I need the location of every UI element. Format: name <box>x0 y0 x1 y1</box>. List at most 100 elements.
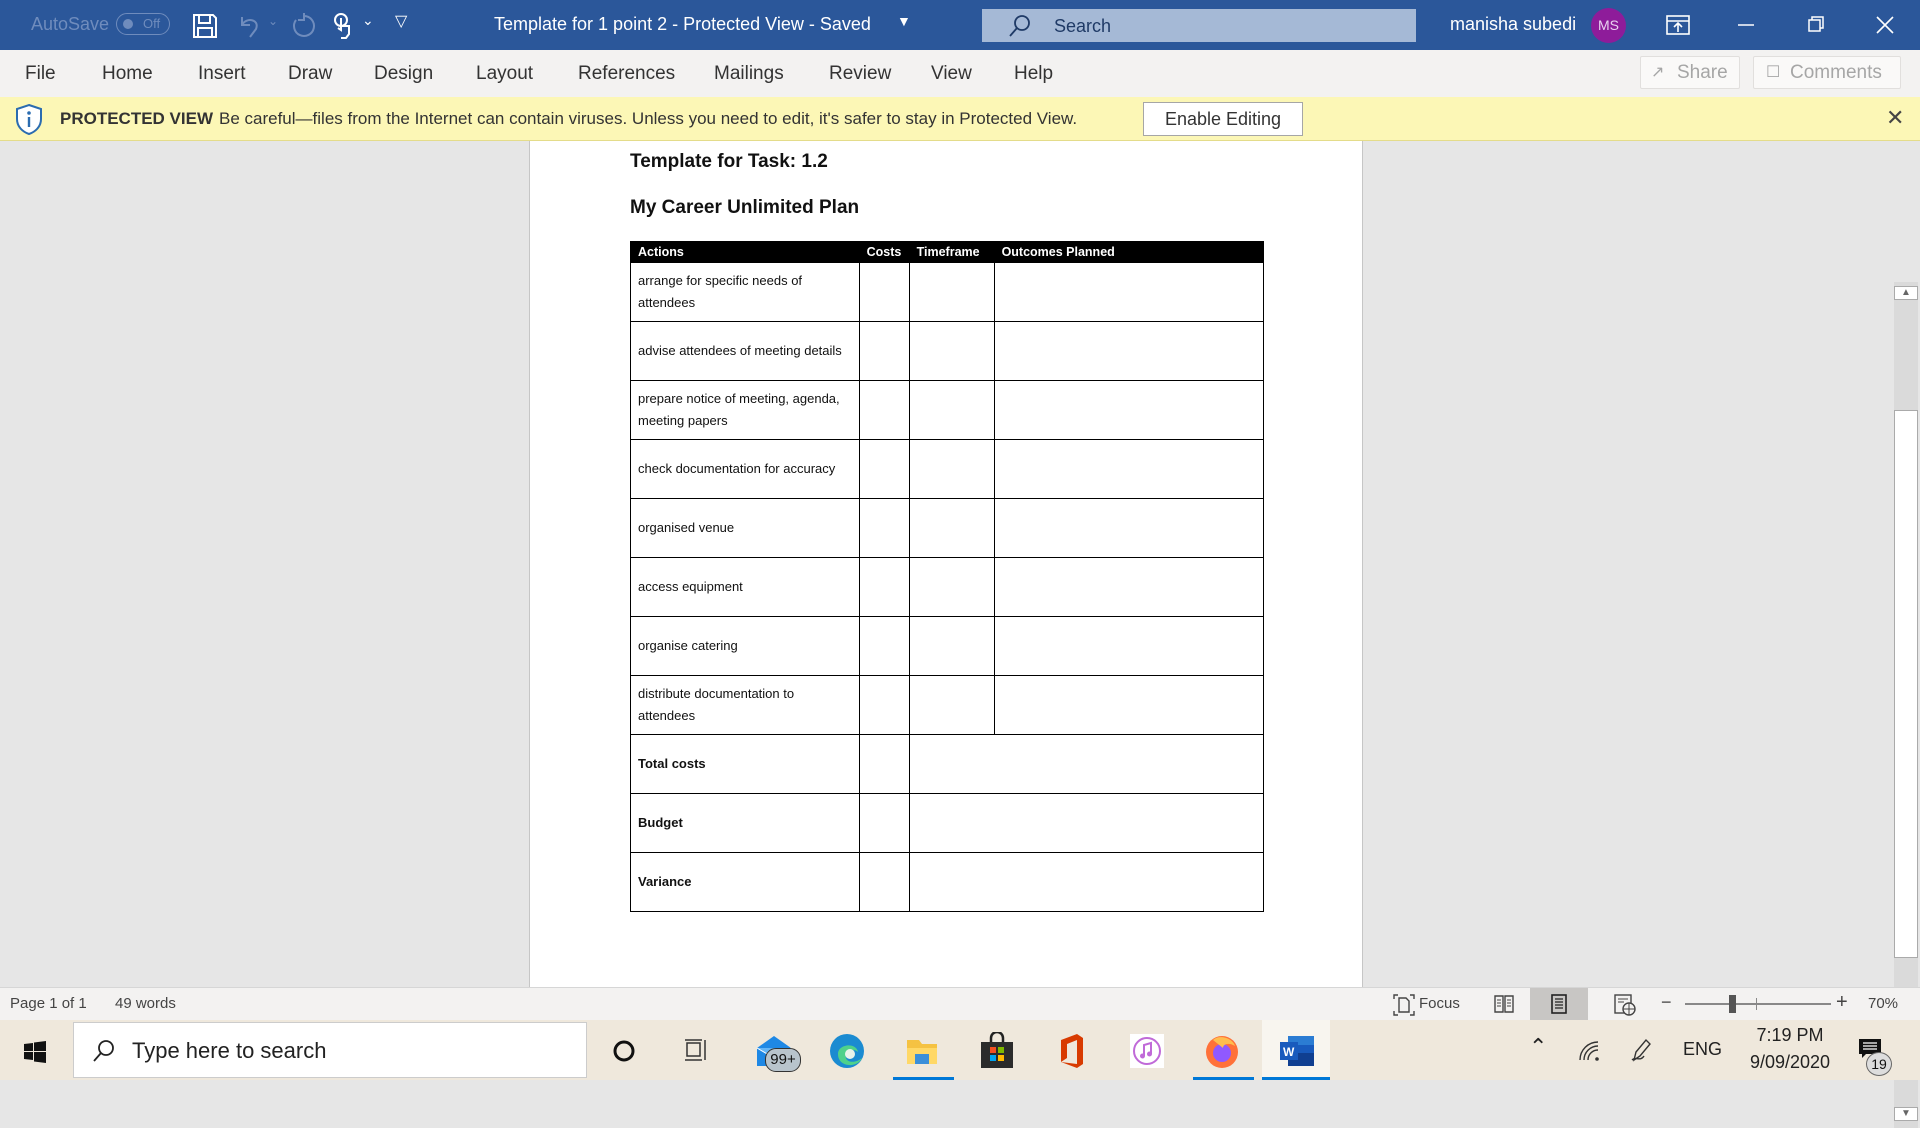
outcomes-cell[interactable] <box>993 498 1265 558</box>
cortana-icon[interactable] <box>612 1039 636 1063</box>
page-count[interactable]: Page 1 of 1 <box>10 995 87 1012</box>
outcomes-cell[interactable] <box>993 557 1265 617</box>
summary-costs-cell[interactable] <box>858 852 910 912</box>
costs-cell[interactable] <box>858 321 910 381</box>
ribbon-display-options-icon[interactable] <box>1666 15 1690 35</box>
action-cell[interactable]: arrange for specific needs of attendees <box>630 262 860 322</box>
timeframe-cell[interactable] <box>908 439 995 499</box>
pen-workspace-icon[interactable] <box>1630 1038 1652 1062</box>
tab-insert[interactable]: Insert <box>198 63 246 85</box>
action-cell[interactable]: organise catering <box>630 616 860 676</box>
outcomes-cell[interactable] <box>993 262 1265 322</box>
word-count[interactable]: 49 words <box>115 995 176 1012</box>
word-app-icon[interactable]: W <box>1278 1032 1316 1070</box>
document-page[interactable]: Template for Task: 1.2 My Career Unlimit… <box>529 141 1363 987</box>
tab-references[interactable]: References <box>578 63 675 85</box>
costs-cell[interactable] <box>858 498 910 558</box>
zoom-slider[interactable] <box>1685 1003 1831 1005</box>
save-icon[interactable] <box>192 13 218 39</box>
wifi-icon[interactable] <box>1578 1040 1600 1062</box>
summary-value-cell[interactable] <box>908 793 1265 853</box>
summary-label-cell[interactable]: Total costs <box>630 734 860 794</box>
search-input[interactable]: Search <box>982 9 1416 42</box>
timeframe-cell[interactable] <box>908 557 995 617</box>
restore-icon[interactable] <box>1808 16 1824 32</box>
microsoft-store-app-icon[interactable] <box>978 1030 1016 1070</box>
edge-app-icon[interactable] <box>828 1032 866 1070</box>
autosave-toggle[interactable]: Off <box>116 13 170 35</box>
costs-cell[interactable] <box>858 439 910 499</box>
language-indicator[interactable]: ENG <box>1683 1039 1722 1060</box>
show-hidden-icons-chevron-icon[interactable]: ⌃ <box>1529 1034 1547 1060</box>
touch-mode-icon[interactable] <box>332 12 354 40</box>
read-mode-icon[interactable] <box>1494 995 1514 1013</box>
outcomes-cell[interactable] <box>993 616 1265 676</box>
clock-date[interactable]: 9/09/2020 <box>1736 1052 1844 1073</box>
tab-layout[interactable]: Layout <box>476 63 533 85</box>
office-app-icon[interactable] <box>1053 1032 1091 1070</box>
tab-design[interactable]: Design <box>374 63 433 85</box>
summary-label-cell[interactable]: Variance <box>630 852 860 912</box>
costs-cell[interactable] <box>858 262 910 322</box>
timeframe-cell[interactable] <box>908 380 995 440</box>
tab-view[interactable]: View <box>931 63 972 85</box>
outcomes-cell[interactable] <box>993 675 1265 735</box>
windows-start-icon[interactable] <box>24 1041 46 1063</box>
itunes-app-icon[interactable] <box>1128 1032 1166 1070</box>
costs-cell[interactable] <box>858 380 910 440</box>
action-cell[interactable]: organised venue <box>630 498 860 558</box>
action-cell[interactable]: advise attendees of meeting details <box>630 321 860 381</box>
title-dropdown-icon[interactable]: ▼ <box>897 13 911 29</box>
action-cell[interactable]: distribute documentation to attendees <box>630 675 860 735</box>
scroll-up-icon[interactable]: ▲ <box>1894 286 1918 300</box>
summary-costs-cell[interactable] <box>858 734 910 794</box>
timeframe-cell[interactable] <box>908 262 995 322</box>
summary-costs-cell[interactable] <box>858 793 910 853</box>
costs-cell[interactable] <box>858 557 910 617</box>
timeframe-cell[interactable] <box>908 616 995 676</box>
enable-editing-button[interactable]: Enable Editing <box>1143 102 1303 136</box>
tab-mailings[interactable]: Mailings <box>714 63 784 85</box>
task-view-icon[interactable] <box>683 1037 709 1063</box>
zoom-slider-thumb[interactable] <box>1729 995 1736 1013</box>
outcomes-cell[interactable] <box>993 439 1265 499</box>
tab-home[interactable]: Home <box>102 63 153 85</box>
file-explorer-app-icon[interactable] <box>903 1032 941 1070</box>
timeframe-cell[interactable] <box>908 321 995 381</box>
undo-dropdown-icon[interactable]: ⌄ <box>268 14 278 28</box>
outcomes-cell[interactable] <box>993 380 1265 440</box>
firefox-app-icon[interactable] <box>1203 1032 1241 1070</box>
user-name[interactable]: manisha subedi <box>1450 14 1576 35</box>
share-button[interactable]: ↗ Share <box>1640 56 1740 89</box>
tab-file[interactable]: File <box>25 63 56 85</box>
outcomes-cell[interactable] <box>993 321 1265 381</box>
summary-value-cell[interactable] <box>908 734 1265 794</box>
zoom-out-button[interactable]: − <box>1661 992 1672 1013</box>
costs-cell[interactable] <box>858 675 910 735</box>
close-icon[interactable] <box>1876 16 1894 34</box>
minimize-icon[interactable] <box>1738 24 1754 26</box>
avatar[interactable]: MS <box>1591 8 1626 43</box>
action-cell[interactable]: access equipment <box>630 557 860 617</box>
summary-label-cell[interactable]: Budget <box>630 793 860 853</box>
undo-icon[interactable] <box>236 13 262 39</box>
tab-help[interactable]: Help <box>1014 63 1053 85</box>
focus-label[interactable]: Focus <box>1419 995 1460 1012</box>
print-layout-button[interactable] <box>1530 988 1588 1020</box>
tab-review[interactable]: Review <box>829 63 891 85</box>
customize-toolbar-icon[interactable]: ▽ <box>395 11 407 31</box>
web-layout-icon[interactable] <box>1614 994 1636 1016</box>
timeframe-cell[interactable] <box>908 498 995 558</box>
redo-icon[interactable] <box>290 12 318 40</box>
action-cell[interactable]: check documentation for accuracy <box>630 439 860 499</box>
action-cell[interactable]: prepare notice of meeting, agenda, meeti… <box>630 380 860 440</box>
clock-time[interactable]: 7:19 PM <box>1740 1025 1840 1046</box>
summary-value-cell[interactable] <box>908 852 1265 912</box>
mail-app-icon[interactable]: 99+ <box>755 1032 801 1072</box>
zoom-level[interactable]: 70% <box>1868 995 1898 1012</box>
comments-button[interactable]: ☐ Comments <box>1753 56 1901 89</box>
taskbar-search-input[interactable]: Type here to search <box>73 1022 587 1078</box>
scroll-thumb[interactable] <box>1894 410 1918 958</box>
touch-dropdown-icon[interactable]: ⌄ <box>362 12 374 29</box>
tab-draw[interactable]: Draw <box>288 63 332 85</box>
